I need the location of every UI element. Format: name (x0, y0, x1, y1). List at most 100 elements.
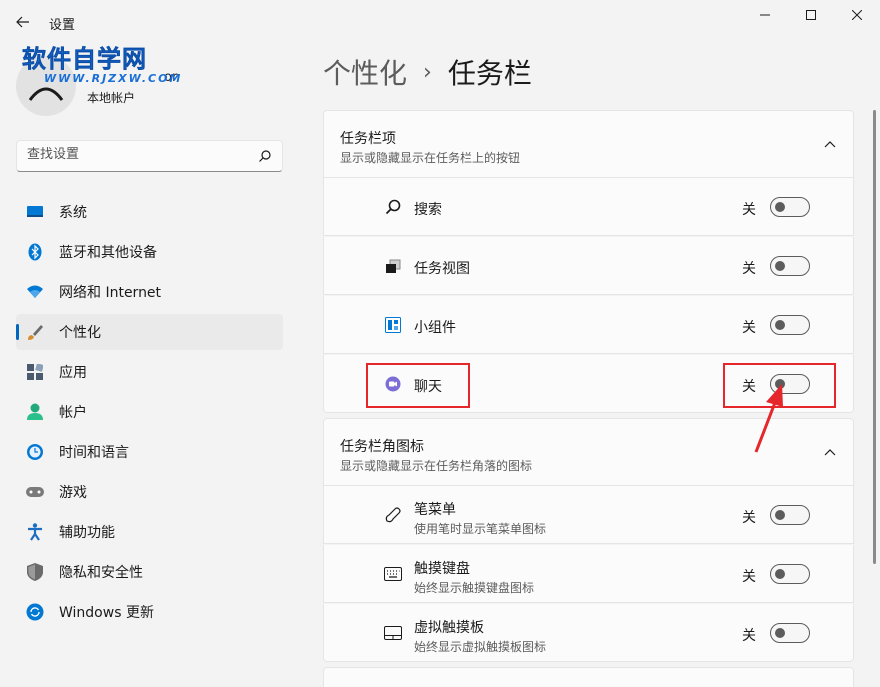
privacy-shield-icon (26, 563, 44, 581)
setting-label: 触摸键盘 (414, 561, 470, 577)
setting-label: 任务视图 (414, 261, 470, 277)
search-icon[interactable] (258, 149, 272, 163)
sidebar-nav: 系统 蓝牙和其他设备 网络和 Internet 个性化 应用 帐户 时间和语言 … (16, 194, 283, 634)
toggle-state-text: 关 (742, 261, 756, 277)
sidebar-item-apps[interactable]: 应用 (16, 354, 283, 390)
network-icon (26, 283, 44, 301)
chevron-up-icon[interactable] (823, 445, 837, 459)
window-controls (742, 0, 880, 30)
sidebar-item-label: 隐私和安全性 (59, 565, 143, 581)
sidebar-item-label: 帐户 (59, 405, 87, 421)
maximize-button[interactable] (788, 0, 834, 30)
task-view-toggle[interactable] (770, 256, 810, 276)
setting-label: 搜索 (414, 202, 442, 218)
account-type: 本地帐户 (87, 91, 136, 105)
sidebar-item-accessibility[interactable]: 辅助功能 (16, 514, 283, 550)
sidebar-item-label: 应用 (59, 365, 87, 381)
sidebar-item-personalization[interactable]: 个性化 (16, 314, 283, 350)
sidebar-item-privacy[interactable]: 隐私和安全性 (16, 554, 283, 590)
close-icon (852, 10, 862, 20)
toggle-knob (775, 628, 785, 638)
sidebar-item-system[interactable]: 系统 (16, 194, 283, 230)
virtual-touchpad-toggle[interactable] (770, 623, 810, 643)
accessibility-icon (26, 523, 44, 541)
setting-row-pen-menu: 笔菜单 使用笔时显示笔菜单图标 关 (323, 486, 854, 544)
time-language-icon (26, 443, 44, 461)
widgets-toggle[interactable] (770, 315, 810, 335)
pen-icon (384, 506, 402, 524)
setting-row-widgets: 小组件 关 (323, 296, 854, 354)
toggle-knob (775, 202, 785, 212)
section-description: 显示或隐藏显示在任务栏上的按钮 (340, 151, 521, 165)
toggle-state-text: 关 (742, 569, 756, 585)
pen-menu-toggle[interactable] (770, 505, 810, 525)
toggle-knob (775, 261, 785, 271)
section-description: 显示或隐藏显示在任务栏角落的图标 (340, 459, 533, 473)
page-title: 任务栏 (447, 57, 532, 90)
account-icon (26, 403, 44, 421)
watermark-logo: 软件自学网 WWW.RJZXW.COM (22, 46, 182, 85)
widgets-icon (384, 316, 402, 334)
gaming-icon (26, 483, 44, 501)
scrollbar[interactable] (873, 110, 876, 564)
watermark-text: 软件自学网 (22, 45, 147, 73)
task-view-icon (384, 257, 402, 275)
setting-description: 使用笔时显示笔菜单图标 (414, 522, 547, 536)
search-icon (384, 198, 402, 216)
toggle-state-text: 关 (742, 510, 756, 526)
sidebar-item-label: 系统 (59, 205, 87, 221)
bluetooth-icon (26, 243, 44, 261)
sidebar-item-label: 游戏 (59, 485, 87, 501)
back-button[interactable] (8, 8, 38, 36)
personalization-icon (26, 323, 44, 341)
toggle-state-text: 关 (742, 202, 756, 218)
setting-label: 虚拟触摸板 (414, 620, 484, 636)
keyboard-icon (384, 565, 402, 583)
sidebar-item-label: 网络和 Internet (59, 285, 162, 301)
toggle-knob (775, 510, 785, 520)
search-box[interactable] (16, 140, 283, 172)
sidebar-item-label: 辅助功能 (59, 525, 115, 541)
sidebar-item-label: 个性化 (59, 325, 101, 341)
breadcrumb-separator: › (423, 59, 432, 85)
search-toggle[interactable] (770, 197, 810, 217)
breadcrumb-parent[interactable]: 个性化 (323, 52, 407, 92)
setting-row-touch-keyboard: 触摸键盘 始终显示触摸键盘图标 关 (323, 545, 854, 603)
setting-label: 笔菜单 (414, 502, 456, 518)
app-title: 设置 (49, 18, 76, 33)
sidebar-item-network[interactable]: 网络和 Internet (16, 274, 283, 310)
sidebar-item-time-language[interactable]: 时间和语言 (16, 434, 283, 470)
section-title: 任务栏项 (340, 131, 396, 147)
touch-keyboard-toggle[interactable] (770, 564, 810, 584)
toggle-knob (775, 320, 785, 330)
next-section-card[interactable] (323, 667, 854, 687)
toggle-state-text: 关 (742, 628, 756, 644)
section-header-taskbar-items[interactable]: 任务栏项 显示或隐藏显示在任务栏上的按钮 (323, 110, 854, 178)
annotation-arrow (754, 384, 783, 453)
title-bar: 设置 (0, 0, 880, 40)
setting-row-virtual-touchpad: 虚拟触摸板 始终显示虚拟触摸板图标 关 (323, 604, 854, 662)
setting-description: 始终显示虚拟触摸板图标 (414, 640, 547, 654)
search-input[interactable] (27, 147, 247, 162)
close-button[interactable] (834, 0, 880, 30)
breadcrumb: 个性化 › 任务栏 (323, 52, 532, 92)
system-icon (26, 203, 44, 221)
windows-update-icon (26, 603, 44, 621)
minimize-icon (760, 14, 770, 16)
apps-icon (26, 363, 44, 381)
touchpad-icon (384, 624, 402, 642)
minimize-button[interactable] (742, 0, 788, 30)
sidebar-item-label: Windows 更新 (59, 605, 154, 621)
section-title: 任务栏角图标 (340, 439, 424, 455)
sidebar-item-bluetooth[interactable]: 蓝牙和其他设备 (16, 234, 283, 270)
toggle-state-text: 关 (742, 320, 756, 336)
sidebar-item-accounts[interactable]: 帐户 (16, 394, 283, 430)
sidebar-item-label: 时间和语言 (59, 445, 129, 461)
sidebar-item-gaming[interactable]: 游戏 (16, 474, 283, 510)
maximize-icon (806, 10, 816, 20)
setting-label: 小组件 (414, 320, 456, 336)
watermark-url: WWW.RJZXW.COM (44, 72, 183, 85)
setting-description: 始终显示触摸键盘图标 (414, 581, 535, 595)
sidebar-item-windows-update[interactable]: Windows 更新 (16, 594, 283, 630)
chevron-up-icon[interactable] (823, 137, 837, 151)
